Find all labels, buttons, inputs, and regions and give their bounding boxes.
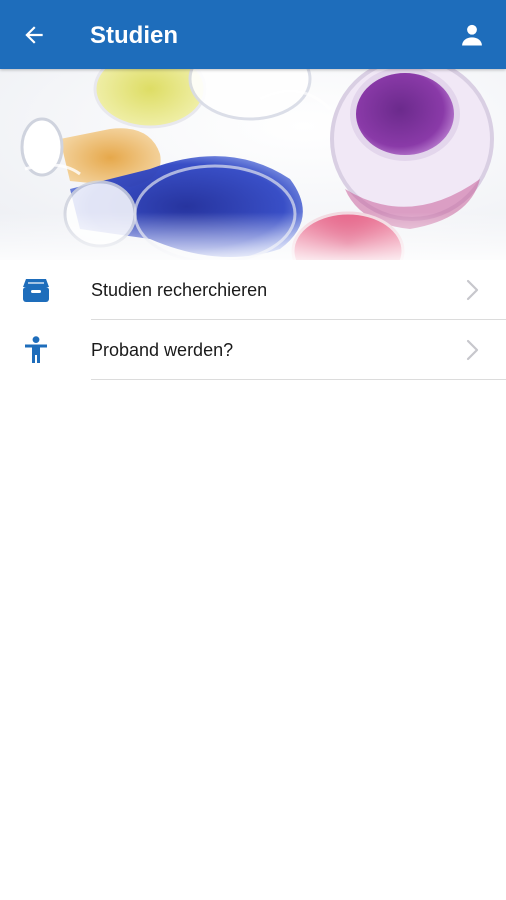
page-title: Studien bbox=[90, 22, 178, 49]
menu-item-label: Studien recherchieren bbox=[91, 280, 268, 300]
menu-item-studien-recherchieren[interactable]: Studien recherchieren bbox=[0, 260, 506, 320]
person-icon bbox=[462, 24, 482, 46]
header-banner-image bbox=[0, 69, 506, 260]
account-button[interactable] bbox=[454, 17, 490, 53]
archive-tray-icon bbox=[21, 276, 51, 304]
menu-list: Studien recherchieren Proband werden? bbox=[0, 260, 506, 380]
chevron-right-icon bbox=[466, 279, 479, 301]
accessibility-person-icon bbox=[21, 336, 51, 364]
chevron-right-icon bbox=[466, 339, 479, 361]
menu-item-label: Proband werden? bbox=[91, 340, 234, 360]
divider bbox=[91, 379, 506, 380]
app-screen: Studien Studien recherchieren Proband we… bbox=[0, 0, 506, 900]
app-bar: Studien bbox=[0, 0, 506, 69]
menu-item-proband-werden[interactable]: Proband werden? bbox=[0, 320, 506, 380]
arrow-left-icon bbox=[25, 26, 43, 44]
back-button[interactable] bbox=[16, 17, 52, 53]
